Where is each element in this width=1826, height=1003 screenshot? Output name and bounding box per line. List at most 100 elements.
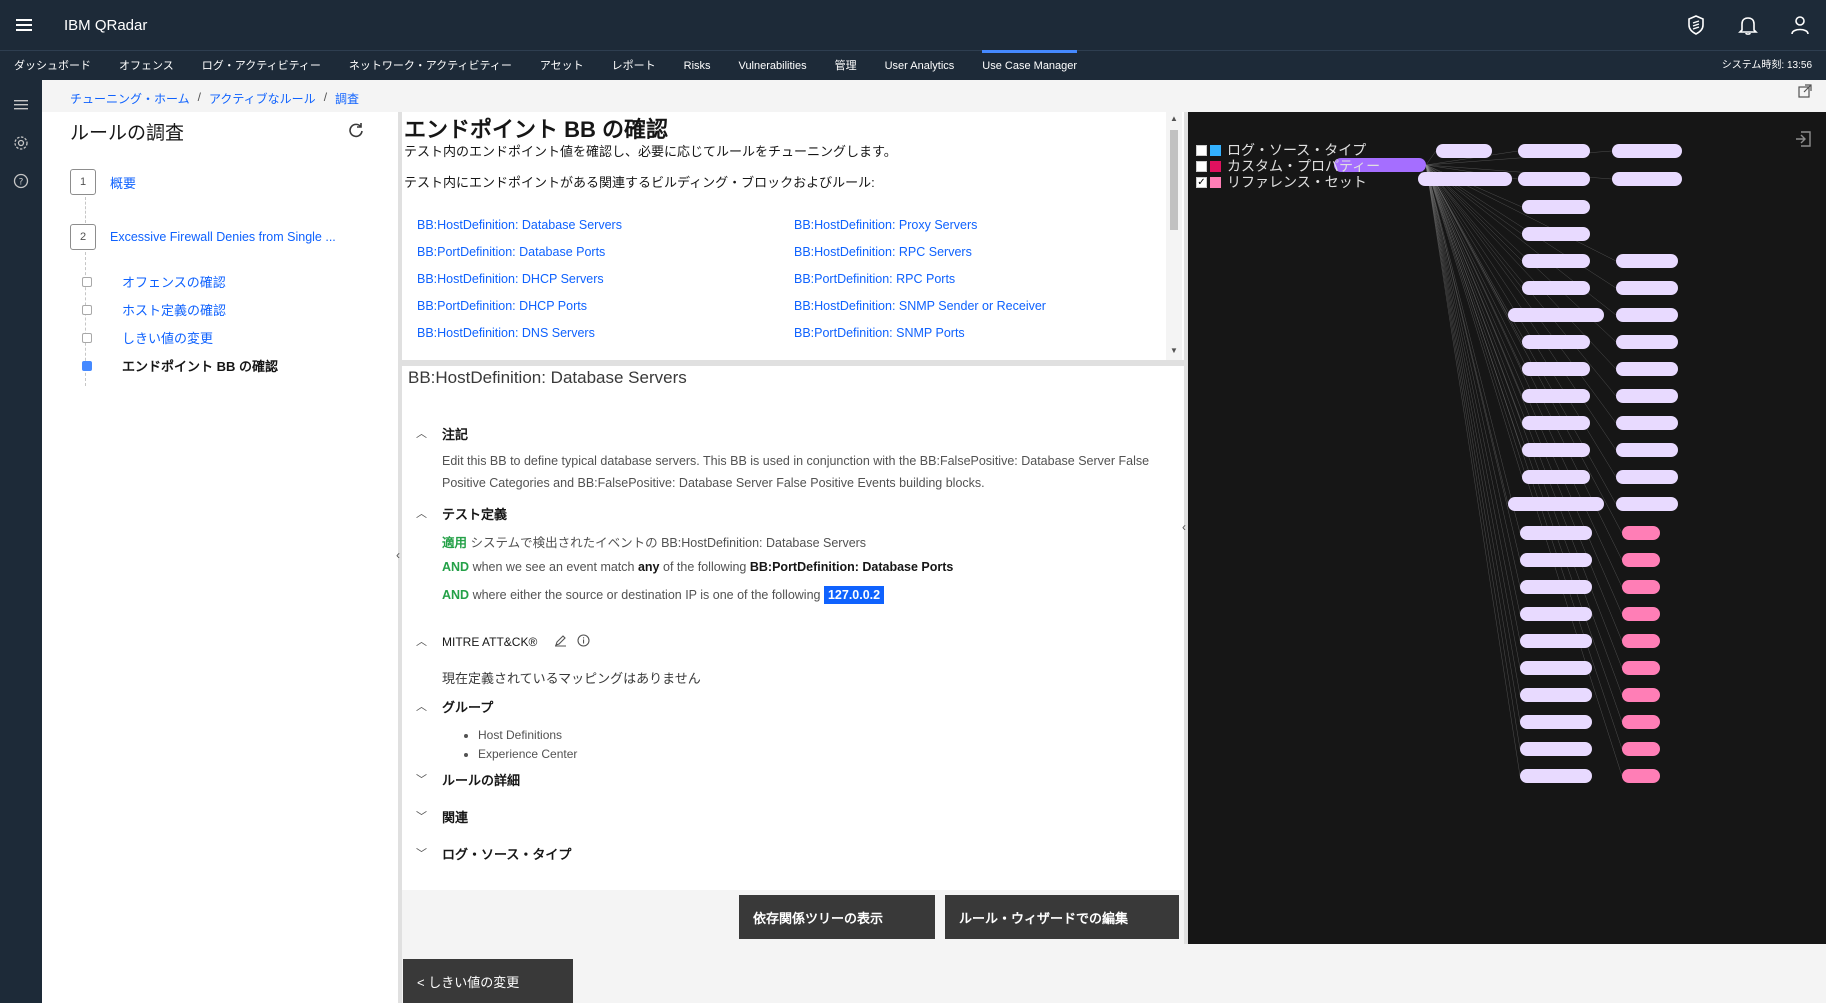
nav-risks[interactable]: Risks bbox=[670, 51, 725, 81]
nav-use-case-manager[interactable]: Use Case Manager bbox=[968, 49, 1091, 81]
bb-node[interactable] bbox=[1616, 443, 1678, 457]
help-icon[interactable]: ? bbox=[0, 162, 42, 200]
accordion-related[interactable]: ﹀ 関連 bbox=[416, 807, 468, 826]
menu-icon[interactable] bbox=[0, 0, 48, 50]
bb-node[interactable] bbox=[1522, 389, 1590, 403]
bb-link[interactable]: BB:HostDefinition: Database Servers bbox=[417, 218, 794, 232]
user-icon[interactable] bbox=[1774, 0, 1826, 50]
bb-node[interactable] bbox=[1436, 144, 1492, 158]
bb-node[interactable] bbox=[1508, 497, 1604, 511]
popout-icon[interactable] bbox=[1798, 84, 1812, 103]
nav-admin[interactable]: 管理 bbox=[821, 51, 871, 81]
bb-node[interactable] bbox=[1518, 172, 1590, 186]
bb-node[interactable] bbox=[1520, 688, 1592, 702]
breadcrumb-investigate[interactable]: 調査 bbox=[335, 90, 359, 107]
substep-host-definition[interactable]: ホスト定義の確認 bbox=[82, 300, 226, 319]
ip-value-highlight[interactable]: 127.0.0.2 bbox=[823, 586, 885, 604]
step-rule[interactable]: 2 Excessive Firewall Denies from Single … bbox=[70, 224, 336, 250]
bb-node[interactable] bbox=[1522, 443, 1590, 457]
step-overview[interactable]: 1 概要 bbox=[70, 169, 136, 195]
scroll-down-icon[interactable]: ▼ bbox=[1170, 346, 1178, 355]
legend-checkbox[interactable] bbox=[1196, 160, 1207, 172]
bb-node[interactable] bbox=[1616, 416, 1678, 430]
bb-node[interactable] bbox=[1520, 607, 1592, 621]
bb-node[interactable] bbox=[1522, 227, 1590, 241]
ref-node[interactable] bbox=[1622, 715, 1660, 729]
bb-node[interactable] bbox=[1518, 144, 1590, 158]
bb-node[interactable] bbox=[1522, 362, 1590, 376]
ref-node[interactable] bbox=[1622, 580, 1660, 594]
legend-checkbox-checked[interactable]: ✓ bbox=[1196, 176, 1207, 188]
bb-node[interactable] bbox=[1520, 580, 1592, 594]
bb-link[interactable]: BB:HostDefinition: DNS Servers bbox=[417, 326, 794, 340]
bb-node[interactable] bbox=[1522, 470, 1590, 484]
bb-node[interactable] bbox=[1616, 281, 1678, 295]
nav-offenses[interactable]: オフェンス bbox=[105, 51, 188, 81]
notification-bell-icon[interactable] bbox=[1722, 0, 1774, 50]
bb-link[interactable]: BB:HostDefinition: SNMP Sender or Receiv… bbox=[794, 299, 1174, 313]
accordion-groups[interactable]: ︿ グループ bbox=[416, 697, 493, 716]
bb-link[interactable]: BB:HostDefinition: DHCP Servers bbox=[417, 272, 794, 286]
test-bb-reference[interactable]: BB:PortDefinition: Database Ports bbox=[750, 560, 954, 574]
bb-node[interactable] bbox=[1522, 416, 1590, 430]
legend-checkbox[interactable] bbox=[1196, 144, 1207, 156]
refresh-icon[interactable] bbox=[346, 120, 366, 140]
bb-node[interactable] bbox=[1522, 254, 1590, 268]
bb-node[interactable] bbox=[1520, 715, 1592, 729]
accordion-notes[interactable]: ︿ 注記 bbox=[416, 424, 468, 443]
info-icon[interactable] bbox=[577, 634, 590, 652]
chevron-left-icon[interactable]: ‹ bbox=[1182, 520, 1186, 534]
accordion-mitre[interactable]: ︿ MITRE ATT&CK® bbox=[416, 635, 537, 649]
bb-link[interactable]: BB:HostDefinition: RPC Servers bbox=[794, 245, 1174, 259]
list-icon[interactable] bbox=[0, 86, 42, 124]
bb-node[interactable] bbox=[1522, 281, 1590, 295]
shield-icon[interactable] bbox=[1670, 0, 1722, 50]
bb-link[interactable]: BB:PortDefinition: Database Ports bbox=[417, 245, 794, 259]
back-threshold-button[interactable]: < しきい値の変更 bbox=[403, 959, 573, 1003]
scroll-up-icon[interactable]: ▲ bbox=[1170, 114, 1178, 123]
bb-node[interactable] bbox=[1616, 497, 1678, 511]
ref-node[interactable] bbox=[1622, 526, 1660, 540]
edit-icon[interactable] bbox=[554, 634, 567, 652]
nav-assets[interactable]: アセット bbox=[526, 51, 598, 81]
bb-link[interactable]: BB:PortDefinition: SNMP Ports bbox=[794, 326, 1174, 340]
bb-link[interactable]: BB:HostDefinition: Proxy Servers bbox=[794, 218, 1174, 232]
nav-log-activity[interactable]: ログ・アクティビティー bbox=[188, 51, 335, 81]
bb-node[interactable] bbox=[1520, 661, 1592, 675]
accordion-rule-details[interactable]: ﹀ ルールの詳細 bbox=[416, 770, 520, 789]
bb-link[interactable]: BB:PortDefinition: RPC Ports bbox=[794, 272, 1174, 286]
accordion-test-definition[interactable]: ︿ テスト定義 bbox=[416, 504, 507, 523]
bb-node[interactable] bbox=[1612, 172, 1682, 186]
bb-node[interactable] bbox=[1418, 172, 1512, 186]
scroll-thumb[interactable] bbox=[1170, 130, 1178, 230]
edit-in-rule-wizard-button[interactable]: ルール・ウィザードでの編集 bbox=[945, 895, 1179, 939]
nav-reports[interactable]: レポート bbox=[598, 51, 670, 81]
breadcrumb-active-rules[interactable]: アクティブなルール bbox=[209, 90, 316, 107]
ref-node[interactable] bbox=[1622, 607, 1660, 621]
gear-icon[interactable] bbox=[0, 124, 42, 162]
scrollbar[interactable]: ▲ ▼ bbox=[1166, 112, 1182, 360]
nav-network-activity[interactable]: ネットワーク・アクティビティー bbox=[335, 51, 526, 81]
bb-node[interactable] bbox=[1616, 308, 1678, 322]
bb-node[interactable] bbox=[1522, 200, 1590, 214]
substep-threshold[interactable]: しきい値の変更 bbox=[82, 328, 213, 347]
bb-node[interactable] bbox=[1522, 335, 1590, 349]
bb-node[interactable] bbox=[1612, 144, 1682, 158]
accordion-log-source-type[interactable]: ﹀ ログ・ソース・タイプ bbox=[416, 844, 571, 863]
bb-node[interactable] bbox=[1520, 526, 1592, 540]
bb-node[interactable] bbox=[1520, 634, 1592, 648]
ref-node[interactable] bbox=[1622, 688, 1660, 702]
bb-node[interactable] bbox=[1616, 362, 1678, 376]
bb-node[interactable] bbox=[1508, 308, 1604, 322]
bb-node[interactable] bbox=[1616, 389, 1678, 403]
bb-node[interactable] bbox=[1616, 470, 1678, 484]
nav-vulnerabilities[interactable]: Vulnerabilities bbox=[725, 51, 821, 81]
bb-node[interactable] bbox=[1616, 254, 1678, 268]
ref-node[interactable] bbox=[1622, 634, 1660, 648]
nav-dashboard[interactable]: ダッシュボード bbox=[0, 51, 105, 81]
bb-node[interactable] bbox=[1616, 335, 1678, 349]
breadcrumb-tuning-home[interactable]: チューニング・ホーム bbox=[70, 90, 190, 107]
substep-endpoint-bb[interactable]: エンドポイント BB の確認 bbox=[82, 356, 278, 375]
nav-user-analytics[interactable]: User Analytics bbox=[871, 51, 969, 81]
bb-node[interactable] bbox=[1520, 769, 1592, 783]
